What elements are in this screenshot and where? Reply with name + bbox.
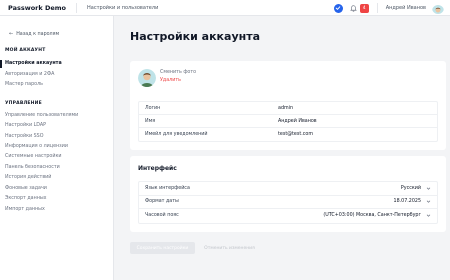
sidebar-item-data-export[interactable]: Экспорт данных (5, 196, 46, 201)
interface-settings-table: Язык интерфейса Русский Формат даты 18.0… (138, 181, 438, 224)
management-heading: УПРАВЛЕНИЕ (5, 101, 42, 106)
chevron-down-icon (425, 199, 431, 205)
page-title: Настройки аккаунта (130, 30, 261, 43)
sidebar-item-master-password[interactable]: Мастер пароль (5, 82, 43, 87)
sidebar-item-sso[interactable]: Настройки SSO (5, 134, 43, 139)
setting-row-date-format: Формат даты 18.07.2025 (139, 196, 437, 209)
timezone-select[interactable]: (UTC+03:00) Москва, Санкт-Петербург (323, 213, 431, 219)
setting-row-language: Язык интерфейса Русский (139, 182, 437, 196)
main-content: Настройки аккаунта Сменить фото Удалить … (114, 16, 450, 280)
sidebar-item-security-panel[interactable]: Панель безопасности (5, 165, 60, 170)
sidebar: ← Назад к паролям МОЙ АККАУНТ Настройки … (0, 16, 114, 280)
photo-actions: Сменить фото Удалить (160, 69, 196, 83)
user-name[interactable]: Андрей Иванов (386, 5, 426, 11)
cancel-changes-button[interactable]: Отменить изменения (202, 242, 257, 254)
chevron-down-icon (425, 213, 431, 219)
sidebar-item-auth-2fa[interactable]: Авторизация и 2ФА (5, 72, 54, 77)
avatar[interactable] (432, 2, 444, 14)
account-card: Сменить фото Удалить Логин admin Имя Анд… (130, 61, 446, 150)
brand-logo-text[interactable]: Passwork Demo (8, 4, 66, 12)
sidebar-item-data-import[interactable]: Импорт данных (5, 207, 45, 212)
top-right-area: 4 Андрей Иванов (333, 2, 444, 14)
info-label: Имя (145, 118, 156, 124)
language-select[interactable]: Русский (401, 185, 431, 191)
bell-icon[interactable] (349, 4, 358, 13)
interface-card: Интерфейс Язык интерфейса Русский Формат… (130, 156, 446, 232)
notification-badge[interactable]: 4 (359, 3, 369, 13)
sidebar-item-account-settings[interactable]: Настройки аккаунта (5, 61, 62, 66)
info-row-email: Имейл для уведомлений test@test.com (139, 128, 437, 141)
avatar (138, 69, 156, 87)
section-title: Настройки и пользователи (87, 4, 159, 11)
change-photo-link[interactable]: Сменить фото (160, 70, 196, 75)
sidebar-item-system-settings[interactable]: Системные настройки (5, 154, 62, 159)
arrow-left-icon: ← (9, 31, 14, 37)
select-value: Русский (400, 185, 421, 191)
sidebar-item-background-tasks[interactable]: Фоновые задачи (5, 186, 47, 191)
info-label: Имейл для уведомлений (145, 132, 208, 137)
info-value: admin (278, 105, 294, 111)
setting-label: Часовой пояс (145, 213, 179, 219)
photo-row: Сменить фото Удалить (138, 69, 196, 87)
sidebar-item-ldap[interactable]: Настройки LDAP (5, 123, 46, 128)
back-to-passwords-link[interactable]: ← Назад к паролям (9, 31, 59, 37)
info-value: Андрей Иванов (278, 118, 317, 124)
back-label: Назад к паролям (16, 31, 60, 37)
divider (376, 3, 378, 13)
date-format-select[interactable]: 18.07.2025 (394, 199, 431, 205)
account-info-table: Логин admin Имя Андрей Иванов Имейл для … (138, 101, 438, 142)
select-value: (UTC+03:00) Москва, Санкт-Петербург (323, 213, 421, 219)
info-row-login: Логин admin (139, 102, 437, 115)
remove-photo-link[interactable]: Удалить (160, 78, 196, 83)
setting-row-timezone: Часовой пояс (UTC+03:00) Москва, Санкт-П… (139, 209, 437, 223)
setting-label: Язык интерфейса (145, 185, 190, 191)
setting-label: Формат даты (145, 199, 179, 205)
check-circle-icon[interactable] (333, 3, 343, 13)
interface-title: Интерфейс (138, 165, 177, 172)
top-bar: Passwork Demo Настройки и пользователи 4… (0, 0, 450, 16)
chevron-down-icon (425, 185, 431, 191)
info-value: test@test.com (278, 132, 313, 137)
divider (76, 2, 78, 13)
sidebar-item-license[interactable]: Информация о лицензии (5, 144, 68, 149)
sidebar-item-activity-history[interactable]: История действий (5, 175, 51, 180)
select-value: 18.07.2025 (393, 199, 421, 205)
sidebar-item-user-management[interactable]: Управление пользователями (5, 113, 78, 118)
active-indicator (0, 60, 2, 68)
info-label: Логин (145, 105, 161, 111)
info-row-name: Имя Андрей Иванов (139, 115, 437, 128)
my-account-heading: МОЙ АККАУНТ (5, 48, 46, 53)
save-settings-button[interactable]: Сохранить настройки (130, 242, 195, 254)
